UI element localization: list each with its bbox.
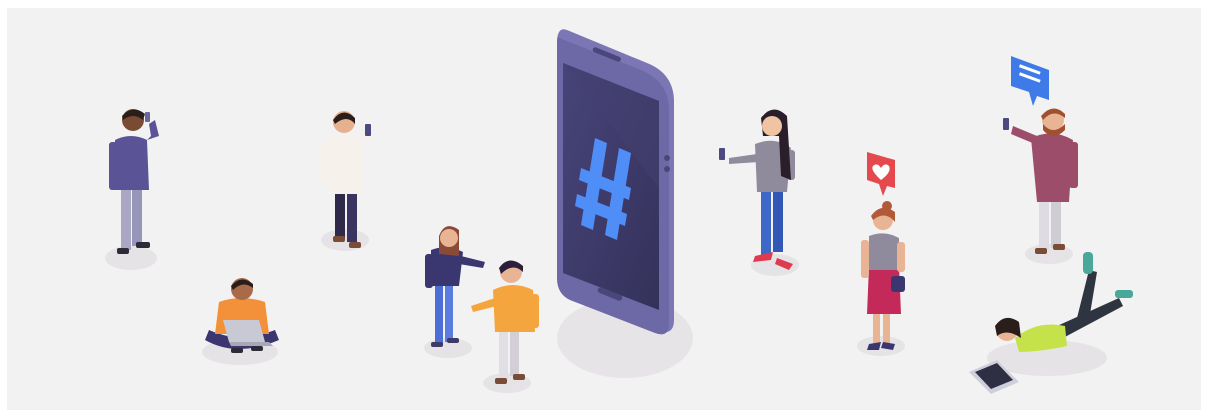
person-man-laptop <box>205 278 279 353</box>
person-man-calling <box>109 109 159 254</box>
person-woman-jeans <box>719 109 795 270</box>
heart-icon <box>867 152 895 196</box>
person-woman-bag <box>861 201 905 350</box>
person-man-orange <box>471 260 539 384</box>
illustration-scene <box>7 8 1201 410</box>
chat-bubble-icon <box>1011 56 1049 106</box>
social-media-illustration <box>105 29 1133 394</box>
person-woman-talking <box>425 226 485 347</box>
person-man-bearded <box>1003 108 1078 254</box>
smartphone-icon <box>557 29 693 378</box>
person-man-white-shirt <box>319 111 371 248</box>
